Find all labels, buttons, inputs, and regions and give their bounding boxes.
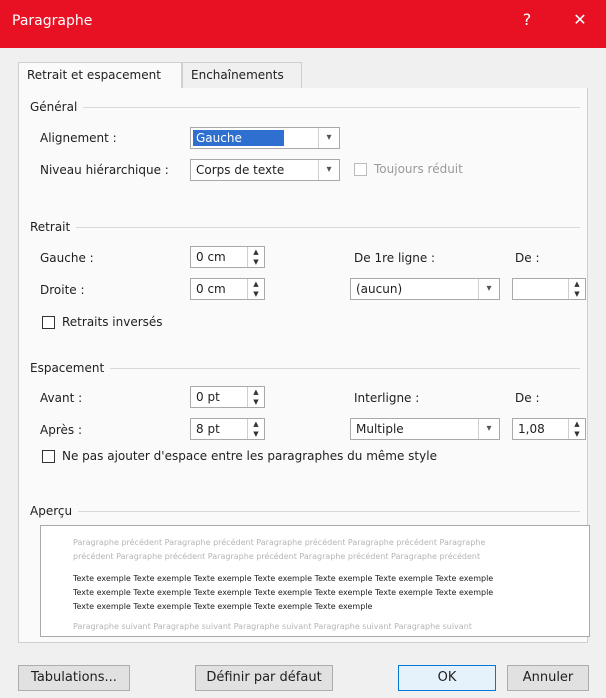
tab-line-page-breaks[interactable]: Enchaînements (182, 62, 302, 89)
section-indentation-title: Retrait (30, 220, 77, 234)
spacing-before-value: 0 pt (196, 390, 220, 404)
special-indent-label: De 1re ligne : (354, 251, 436, 265)
line-spacing-label: Interligne : (354, 391, 420, 405)
mirror-indents-checkbox[interactable] (42, 316, 55, 329)
indent-left-input[interactable]: 0 cm ▲ ▼ (190, 246, 265, 268)
section-general-title: Général (30, 100, 84, 114)
set-default-button[interactable]: Définir par défaut (195, 665, 333, 691)
spin-arrows-icon[interactable]: ▲ ▼ (247, 247, 264, 267)
preview-next-line: Paragraphe suivant Paragraphe suivant Pa… (73, 622, 472, 631)
preview-previous-line: Paragraphe précédent Paragraphe précéden… (73, 538, 486, 547)
indent-right-value: 0 cm (196, 282, 226, 296)
close-icon[interactable]: ✕ (565, 10, 595, 29)
indent-left-label: Gauche : (40, 251, 94, 265)
special-indent-select[interactable]: (aucun) ▾ (350, 278, 500, 300)
section-spacing: Espacement (30, 361, 580, 375)
indent-left-value: 0 cm (196, 250, 226, 264)
preview-sample-line: Texte exemple Texte exemple Texte exempl… (73, 574, 494, 583)
section-general: Général (30, 100, 580, 114)
spacing-after-input[interactable]: 8 pt ▲ ▼ (190, 418, 265, 440)
spin-arrows-icon[interactable]: ▲ ▼ (247, 279, 264, 299)
indent-by-input[interactable]: ▲ ▼ (512, 278, 586, 300)
spin-arrows-icon[interactable]: ▲ ▼ (568, 419, 585, 439)
alignment-select[interactable]: Gauche ▾ (190, 127, 340, 149)
outline-level-value: Corps de texte (196, 163, 285, 177)
line-spacing-at-label: De : (515, 391, 540, 405)
special-indent-value: (aucun) (356, 282, 403, 296)
spacing-after-value: 8 pt (196, 422, 220, 436)
dont-add-space-checkbox[interactable] (42, 450, 55, 463)
tab-indent-spacing[interactable]: Retrait et espacement (18, 62, 182, 90)
preview-previous-line: précédent Paragraphe précédent Paragraph… (73, 552, 481, 561)
outline-level-select[interactable]: Corps de texte ▾ (190, 159, 340, 181)
spin-arrows-icon[interactable]: ▲ ▼ (247, 419, 264, 439)
indent-right-input[interactable]: 0 cm ▲ ▼ (190, 278, 265, 300)
chevron-down-icon[interactable]: ▾ (318, 160, 339, 180)
line-spacing-value: Multiple (356, 422, 404, 436)
preview-sample-line: Texte exemple Texte exemple Texte exempl… (73, 602, 373, 611)
collapsed-label: Toujours réduit (374, 162, 463, 176)
spacing-after-label: Après : (40, 423, 82, 437)
spacing-before-input[interactable]: 0 pt ▲ ▼ (190, 386, 265, 408)
mirror-indents-label: Retraits inversés (62, 315, 163, 329)
cancel-button[interactable]: Annuler (507, 665, 589, 691)
collapsed-checkbox[interactable] (354, 163, 367, 176)
alignment-label: Alignement : (40, 131, 117, 145)
tabs-button[interactable]: Tabulations... (18, 665, 130, 691)
spacing-before-label: Avant : (40, 391, 83, 405)
section-spacing-title: Espacement (30, 361, 111, 375)
preview-sample-line: Texte exemple Texte exemple Texte exempl… (73, 588, 494, 597)
chevron-down-icon[interactable]: ▾ (478, 279, 499, 299)
section-preview: Aperçu (30, 504, 580, 518)
ok-button[interactable]: OK (398, 665, 496, 691)
indent-by-label: De : (515, 251, 540, 265)
indent-right-label: Droite : (40, 283, 85, 297)
alignment-value: Gauche (193, 130, 284, 146)
help-icon[interactable]: ? (512, 10, 542, 29)
spin-arrows-icon[interactable]: ▲ ▼ (247, 387, 264, 407)
spin-arrows-icon[interactable]: ▲ ▼ (568, 279, 585, 299)
preview-box: Paragraphe précédent Paragraphe précéden… (40, 525, 590, 637)
chevron-down-icon[interactable]: ▾ (318, 128, 339, 148)
dont-add-space-label: Ne pas ajouter d'espace entre les paragr… (62, 449, 437, 463)
section-indentation: Retrait (30, 220, 580, 234)
chevron-down-icon[interactable]: ▾ (478, 419, 499, 439)
section-preview-title: Aperçu (30, 504, 79, 518)
line-spacing-at-value: 1,08 (518, 422, 545, 436)
window-title: Paragraphe (12, 13, 93, 29)
line-spacing-at-input[interactable]: 1,08 ▲ ▼ (512, 418, 586, 440)
outline-level-label: Niveau hiérarchique : (40, 163, 169, 177)
line-spacing-select[interactable]: Multiple ▾ (350, 418, 500, 440)
